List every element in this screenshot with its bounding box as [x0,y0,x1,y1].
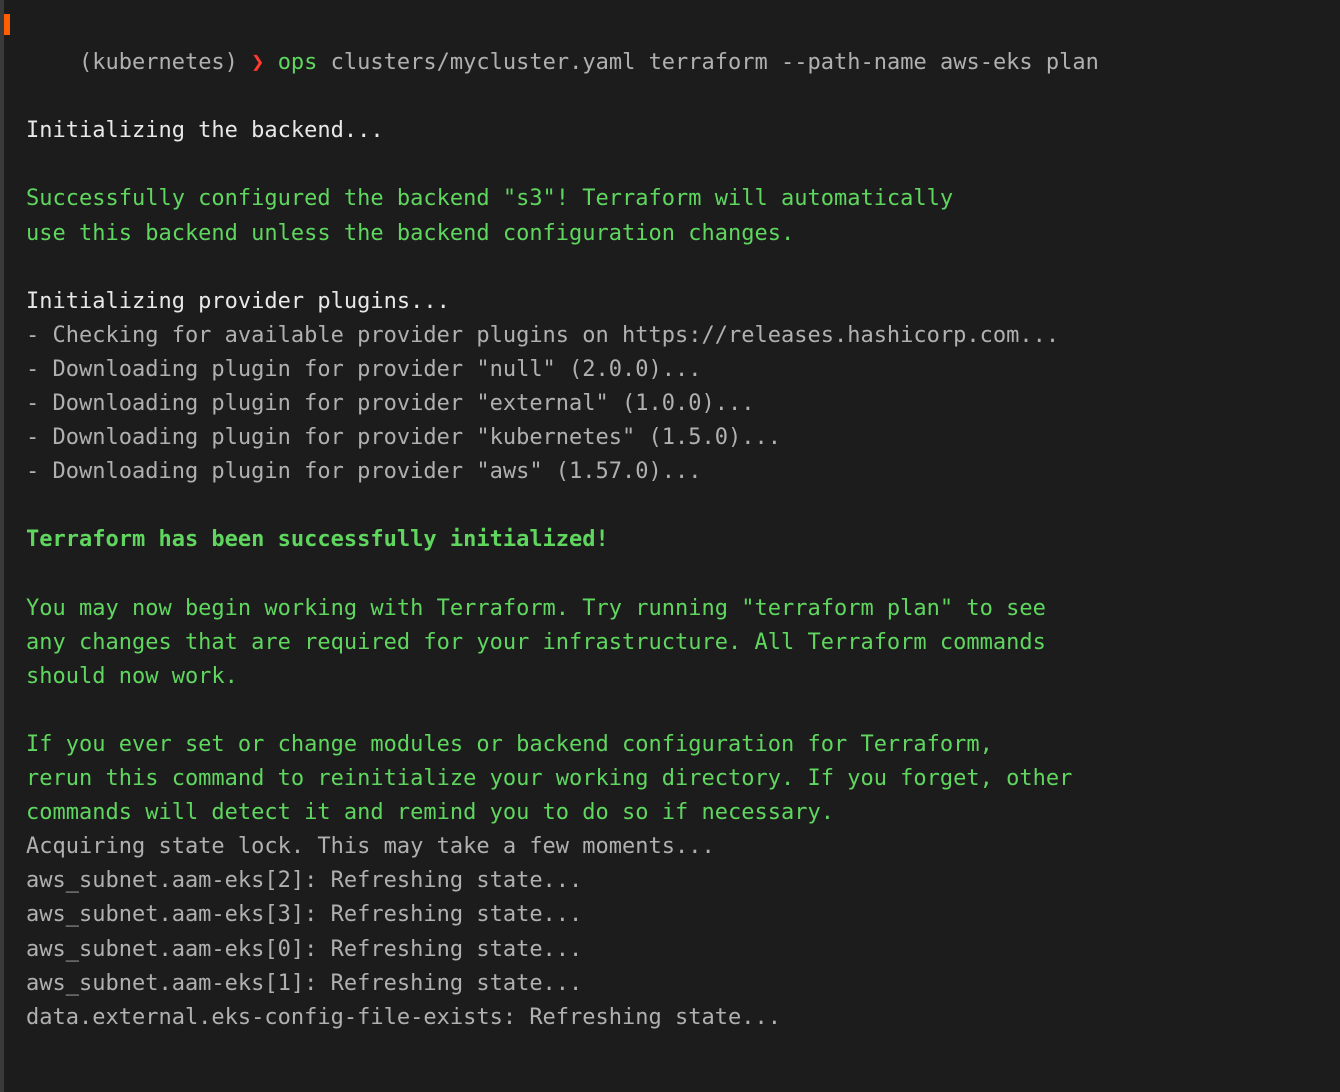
output-dl-null: - Downloading plugin for provider "null"… [14,353,1326,387]
output-tf-initialized: Terraform has been successfully initiali… [14,523,1326,557]
output-acquire-lock: Acquiring state lock. This may take a fe… [14,830,1326,864]
prompt-args: clusters/mycluster.yaml terraform --path… [317,50,1098,75]
output-ifchange-1: If you ever set or change modules or bac… [14,728,1326,762]
blank-line [14,558,1326,592]
output-refresh-subnet3: aws_subnet.aam-eks[3]: Refreshing state.… [14,898,1326,932]
prompt-line: (kubernetes) ❯ ops clusters/mycluster.ya… [14,12,1326,114]
blank-line [14,694,1326,728]
output-ifchange-3: commands will detect it and remind you t… [14,796,1326,830]
output-refresh-subnet0: aws_subnet.aam-eks[0]: Refreshing state.… [14,933,1326,967]
output-begin-2: any changes that are required for your i… [14,626,1326,660]
output-refresh-subnet1: aws_subnet.aam-eks[1]: Refreshing state.… [14,967,1326,1001]
output-init-plugins: Initializing provider plugins... [14,285,1326,319]
output-check-plugins: - Checking for available provider plugin… [14,319,1326,353]
output-begin-1: You may now begin working with Terraform… [14,592,1326,626]
output-refresh-data-ext: data.external.eks-config-file-exists: Re… [14,1001,1326,1035]
prompt-command: ops [278,50,318,75]
output-s3-success-2: use this backend unless the backend conf… [14,217,1326,251]
terminal-viewport[interactable]: (kubernetes) ❯ ops clusters/mycluster.ya… [0,0,1340,1047]
prompt-env: (kubernetes) [79,50,238,75]
prompt-arrow: ❯ [238,50,278,75]
output-init-backend: Initializing the backend... [14,114,1326,148]
output-ifchange-2: rerun this command to reinitialize your … [14,762,1326,796]
output-refresh-subnet2: aws_subnet.aam-eks[2]: Refreshing state.… [14,864,1326,898]
blank-line [14,148,1326,182]
output-dl-external: - Downloading plugin for provider "exter… [14,387,1326,421]
output-s3-success-1: Successfully configured the backend "s3"… [14,182,1326,216]
blank-line [14,489,1326,523]
blank-line [14,251,1326,285]
output-begin-3: should now work. [14,660,1326,694]
output-dl-kubernetes: - Downloading plugin for provider "kuber… [14,421,1326,455]
output-dl-aws: - Downloading plugin for provider "aws" … [14,455,1326,489]
